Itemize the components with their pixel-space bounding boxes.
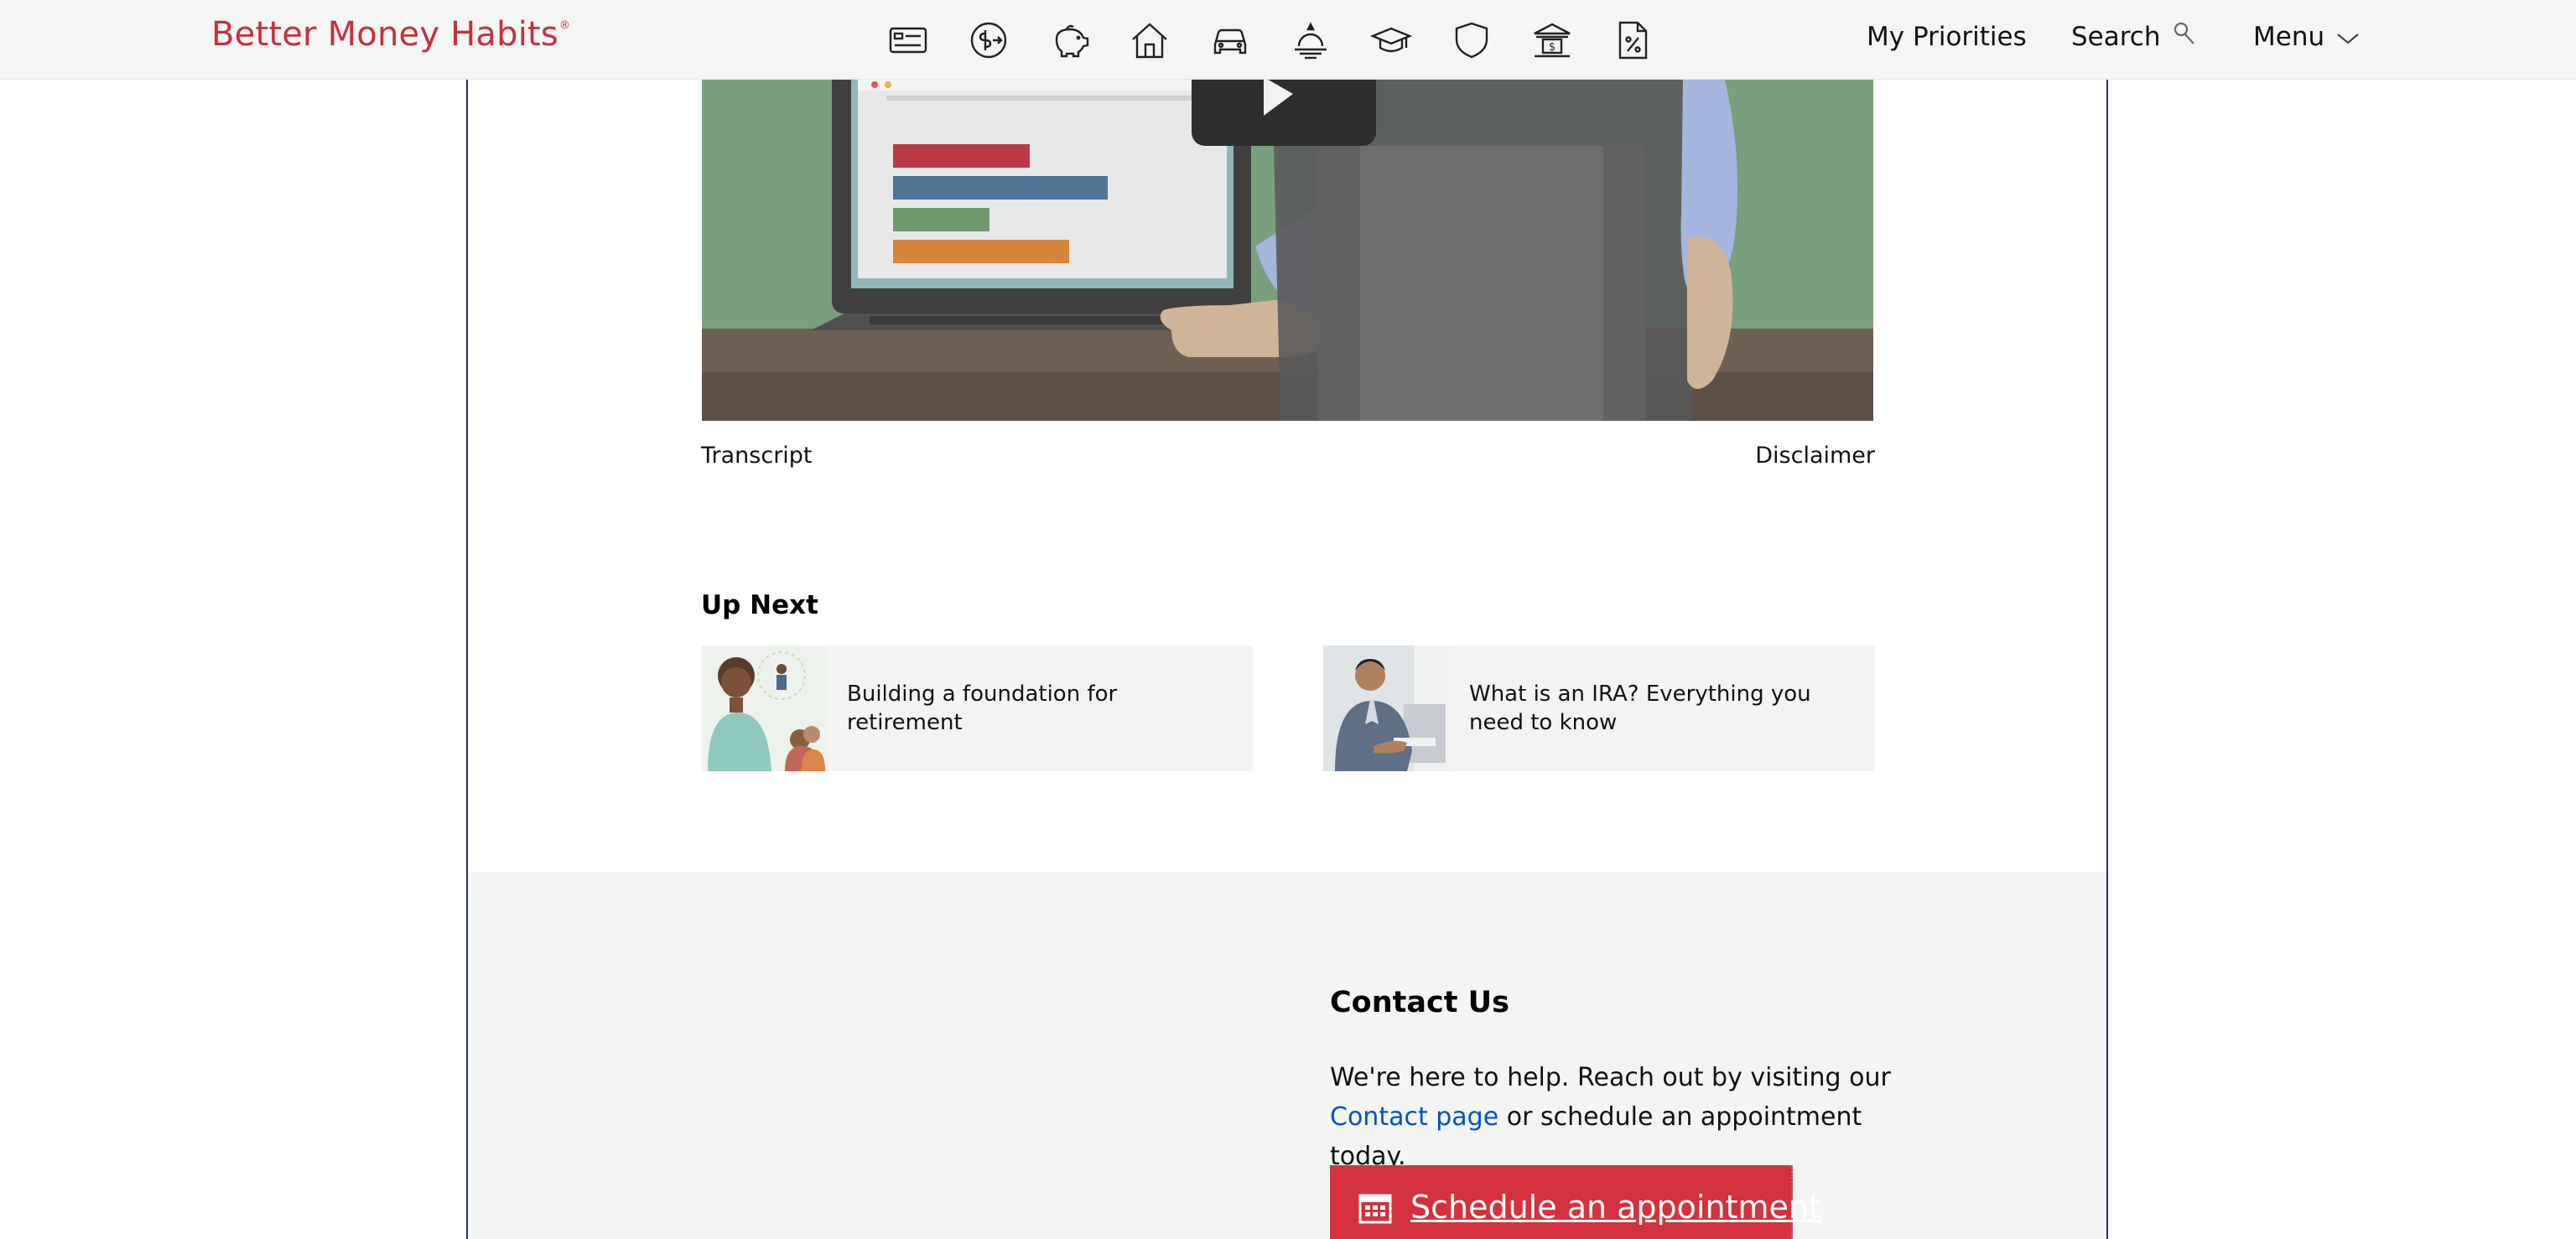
search-label: Search — [2071, 22, 2161, 52]
top-navigation-bar: Better Money Habits® $ My Priorities Sea… — [0, 0, 2576, 80]
contact-description: We're here to help. Reach out by visitin… — [1330, 1058, 1934, 1176]
svg-text:$: $ — [1549, 41, 1555, 54]
contact-heading: Contact Us — [1330, 986, 1509, 1019]
car-icon[interactable] — [1209, 19, 1251, 61]
video-thumbnail — [702, 79, 1873, 421]
chevron-down-icon — [2337, 33, 2359, 44]
schedule-appointment-label: Schedule an appointment — [1410, 1189, 1821, 1226]
logo-text: Better Money Habits — [211, 15, 558, 54]
site-logo[interactable]: Better Money Habits® — [211, 15, 570, 54]
shield-icon[interactable] — [1451, 19, 1493, 61]
sunset-icon[interactable] — [1290, 19, 1332, 61]
registered-mark: ® — [558, 18, 571, 32]
dollar-exchange-icon[interactable] — [968, 19, 1010, 61]
ira-thumbnail — [1323, 645, 1449, 771]
up-next-card-retirement[interactable]: Building a foundation for retirement — [701, 645, 1253, 771]
content-frame-right-border — [2106, 79, 2108, 1239]
contact-page-link[interactable]: Contact page — [1330, 1102, 1498, 1132]
menu-label: Menu — [2253, 22, 2325, 52]
retirement-thumbnail — [701, 645, 827, 771]
disclaimer-link[interactable]: Disclaimer — [1755, 443, 1875, 469]
piggy-bank-icon[interactable] — [1048, 19, 1090, 61]
percent-document-icon[interactable] — [1612, 19, 1654, 61]
menu-button[interactable]: Menu — [2253, 22, 2360, 52]
contact-section — [468, 872, 2106, 1239]
video-player[interactable] — [702, 79, 1873, 421]
my-priorities-link[interactable]: My Priorities — [1867, 22, 2027, 52]
my-priorities-label: My Priorities — [1867, 22, 2027, 52]
card-title: Building a foundation for retirement — [847, 682, 1118, 735]
contact-text-before: We're here to help. Reach out by visitin… — [1330, 1063, 1891, 1092]
graduation-cap-icon[interactable] — [1369, 19, 1413, 61]
up-next-card-ira[interactable]: What is an IRA? Everything you need to k… — [1323, 645, 1875, 771]
card-title: What is an IRA? Everything you need to k… — [1469, 682, 1811, 735]
schedule-appointment-button[interactable]: Schedule an appointment — [1330, 1165, 1821, 1239]
bank-icon[interactable]: $ — [1531, 19, 1573, 61]
search-button[interactable]: Search — [2071, 22, 2196, 52]
up-next-heading: Up Next — [701, 590, 818, 620]
house-icon[interactable] — [1129, 19, 1171, 61]
credit-card-icon[interactable] — [887, 19, 929, 61]
transcript-link[interactable]: Transcript — [701, 443, 813, 469]
search-icon — [2174, 22, 2194, 44]
calendar-icon — [1358, 1194, 1392, 1224]
